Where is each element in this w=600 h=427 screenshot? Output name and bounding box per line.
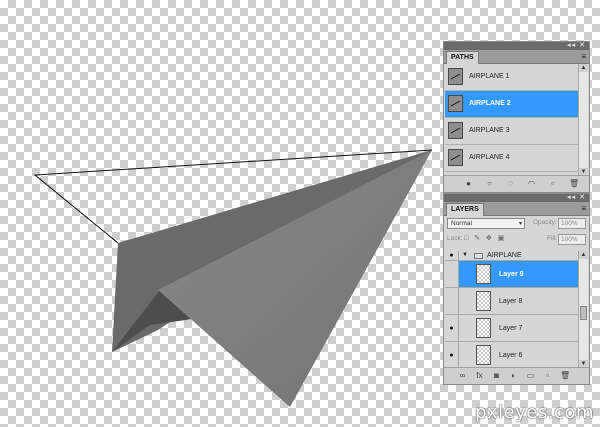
load-selection-icon[interactable]: ◌ [506,179,515,188]
layers-panel: ◂◂ ✕ LAYERS ≡ Normal ▾ Opacity: 100% Loc… [443,193,590,385]
opacity-label: Opacity: [533,219,557,226]
paths-tab-strip: PATHS ≡ [444,50,589,64]
lock-options-icon[interactable]: □ ✎ ✥ ▣ [464,234,506,242]
path-name: AIRPLANE 3 [469,127,510,134]
disclosure-triangle-icon[interactable]: ▼ [462,252,468,258]
eye-icon[interactable] [445,288,459,314]
layer-row[interactable]: ● Layer 7 [445,315,579,342]
layers-list: ● ▼ AIRPLANE Layer 9 Layer 8 ● Layer 7 ● Laye… [445,251,579,369]
layer-style-icon[interactable]: fx [475,371,484,380]
fill-path-icon[interactable]: ● [464,179,473,188]
paths-list: AIRPLANE 1 AIRPLANE 2 AIRPLANE 3 AIRPLANE 4 [445,64,579,176]
eye-icon[interactable] [445,261,459,287]
collapse-panel-icon[interactable]: ◂◂ ✕ [567,41,586,49]
tab-paths[interactable]: PATHS [446,51,479,64]
make-work-path-icon[interactable]: ◠ [527,179,536,188]
path-item[interactable]: AIRPLANE 1 [445,64,579,91]
layers-tab-strip: LAYERS ≡ [444,202,589,216]
path-name: AIRPLANE 4 [469,154,510,161]
layer-thumbnail [476,264,491,284]
path-thumbnail-icon [448,122,463,139]
collapse-panel-icon[interactable]: ◂◂ ✕ [567,193,586,201]
paths-scrollbar[interactable]: ▲ ▼ [578,64,588,176]
layer-group-row[interactable]: ● ▼ AIRPLANE [445,251,579,261]
path-thumbnail-icon [448,149,463,166]
new-path-icon[interactable]: ▫ [548,179,557,188]
folder-icon [474,253,483,259]
new-group-icon[interactable]: ▭ [526,371,535,380]
eye-icon[interactable]: ● [445,342,459,368]
fill-input[interactable]: 100% [558,234,586,245]
scroll-thumb[interactable] [580,306,587,320]
panel-titlebar[interactable]: ◂◂ ✕ [444,194,589,202]
lock-label: Lock: [447,235,463,242]
delete-layer-icon[interactable]: 🗑 [560,371,570,380]
path-item[interactable]: AIRPLANE 2 [445,91,579,118]
group-name: AIRPLANE [487,252,522,259]
panel-menu-icon[interactable]: ≡ [581,202,586,215]
paths-panel: ◂◂ ✕ PATHS ≡ AIRPLANE 1 AIRPLANE 2 AIRPLAN… [443,41,590,193]
chevron-down-icon: ▾ [518,221,522,227]
link-layers-icon[interactable]: ∞ [458,371,467,380]
watermark: pxleyes.com [475,402,594,423]
tab-layers[interactable]: LAYERS [446,203,484,216]
blend-opacity-row: Normal ▾ Opacity: 100% [447,218,586,230]
layer-mask-icon[interactable]: ◙ [492,371,501,380]
layer-thumbnail [476,318,491,338]
scroll-up-arrow-icon[interactable]: ▲ [579,251,588,259]
path-name: AIRPLANE 1 [469,73,510,80]
path-thumbnail-icon [448,95,463,112]
layers-scrollbar[interactable]: ▲ ▼ [578,251,588,368]
path-thumbnail-icon [448,68,463,85]
layers-footer: ∞ fx ◙ ◐ ▭ ▫ 🗑 [444,367,589,384]
panel-titlebar[interactable]: ◂◂ ✕ [444,42,589,50]
layer-row[interactable]: Layer 9 [445,261,579,288]
opacity-input[interactable]: 100% [558,218,586,229]
airplane-right-wing [158,150,432,407]
path-name: AIRPLANE 2 [469,100,511,107]
layer-thumbnail [476,345,491,365]
lock-fill-row: Lock: □ ✎ ✥ ▣ Fill: 100% [447,234,586,246]
adjustment-layer-icon[interactable]: ◐ [509,371,518,380]
eye-icon[interactable]: ● [445,315,459,341]
path-item[interactable]: AIRPLANE 3 [445,118,579,145]
layer-name: Layer 8 [499,298,523,305]
delete-path-icon[interactable]: 🗑 [569,179,579,188]
scroll-up-arrow-icon[interactable]: ▲ [579,64,588,72]
stroke-path-icon[interactable]: ○ [485,179,494,188]
new-layer-icon[interactable]: ▫ [543,371,552,380]
layer-name: Layer 7 [499,325,523,332]
blend-mode-value: Normal [451,220,472,227]
eye-icon[interactable]: ● [445,251,459,260]
panel-menu-icon[interactable]: ≡ [581,50,586,63]
path-item[interactable]: AIRPLANE 4 [445,145,579,172]
paths-footer: ● ○ ◌ ◠ ▫ 🗑 [444,175,589,192]
layer-row[interactable]: Layer 8 [445,288,579,315]
layer-name: Layer 6 [499,352,523,359]
fill-label: Fill: [547,235,558,242]
layer-thumbnail [476,291,491,311]
layer-name: Layer 9 [499,271,524,278]
layer-row[interactable]: ● Layer 6 [445,342,579,369]
blend-mode-select[interactable]: Normal ▾ [447,218,525,229]
